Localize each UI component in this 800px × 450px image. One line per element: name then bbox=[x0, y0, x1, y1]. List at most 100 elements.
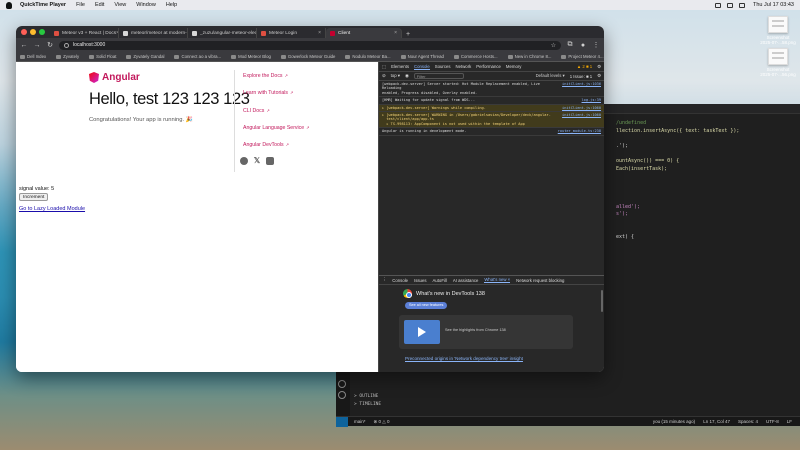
log-levels-dropdown[interactable]: Default levels ▾ bbox=[536, 73, 565, 79]
forward-icon[interactable]: → bbox=[33, 42, 41, 49]
console-message[interactable]: ▸ [webpack-dev-server] Warnings while co… bbox=[379, 104, 604, 113]
settings-gear-icon[interactable] bbox=[338, 391, 346, 399]
apple-icon[interactable] bbox=[6, 1, 12, 9]
desktop-file-screenshot-1[interactable]: Screenshot 2025-07-...58.png bbox=[758, 16, 798, 45]
drawer-scrollbar[interactable] bbox=[601, 290, 603, 312]
code-line[interactable] bbox=[616, 219, 796, 227]
link-cli-docs[interactable]: CLI Docs ↗ bbox=[243, 108, 310, 125]
video-thumbnail[interactable] bbox=[404, 320, 440, 344]
console-message[interactable]: Angular is running in development mode. r… bbox=[379, 128, 604, 136]
bookmark-item[interactable]: Zyvately Gandal bbox=[126, 54, 164, 59]
browser-tab[interactable]: Meteor v3 + React | Docs × bbox=[50, 28, 119, 38]
github-icon[interactable] bbox=[240, 157, 248, 165]
highlights-video-card[interactable]: See the highlights from Chrome 138 bbox=[399, 315, 573, 349]
console-source-link[interactable]: initClient.js:1060 bbox=[562, 113, 601, 126]
bookmark-item[interactable]: Nodulo Meteor Ba... bbox=[345, 54, 391, 59]
clear-console-icon[interactable]: ⊘ bbox=[382, 73, 386, 79]
wifi-icon[interactable] bbox=[727, 2, 734, 8]
console-settings-icon[interactable]: ⚙ bbox=[597, 73, 601, 79]
eye-icon[interactable]: ◉ bbox=[405, 73, 409, 79]
extensions-icon[interactable]: ⧉ bbox=[566, 41, 574, 49]
bookmark-item[interactable]: Dell Index bbox=[20, 54, 46, 59]
x-twitter-icon[interactable]: 𝕏 bbox=[253, 157, 261, 165]
browser-tab[interactable]: Client × bbox=[326, 28, 402, 38]
timeline-section[interactable]: > TIMELINE bbox=[354, 402, 381, 410]
remote-indicator[interactable] bbox=[336, 416, 348, 427]
see-all-features-button[interactable]: See all new features bbox=[405, 302, 448, 309]
bookmark-item[interactable]: Solid Float bbox=[89, 54, 116, 59]
chrome-menu-icon[interactable]: ⋮ bbox=[592, 41, 600, 49]
vscode-editor[interactable]: /undefined llection.insertAsync({ text: t… bbox=[616, 120, 796, 242]
code-line[interactable]: .'); bbox=[616, 143, 796, 151]
code-line[interactable]: /undefined bbox=[616, 120, 796, 128]
zoom-window-button[interactable] bbox=[39, 29, 45, 35]
menubar-app-name[interactable]: QuickTime Player bbox=[20, 2, 66, 8]
menubar-edit[interactable]: Edit bbox=[95, 2, 104, 8]
battery-icon[interactable] bbox=[715, 2, 722, 8]
devtools-tab-elements[interactable]: Elements bbox=[391, 64, 409, 69]
tab-close-icon[interactable]: × bbox=[318, 30, 321, 36]
code-line[interactable] bbox=[616, 226, 796, 234]
browser-tab[interactable]: _zuzu/angular-meteor-elec...× bbox=[188, 28, 257, 38]
devtools-tab-console[interactable]: Console bbox=[413, 64, 430, 70]
encoding[interactable]: UTF-8 bbox=[766, 419, 779, 424]
code-line[interactable]: Each(insertTask); bbox=[616, 166, 796, 174]
browser-tab[interactable]: meteor/meteor at modern-b...× bbox=[119, 28, 188, 38]
profile-icon[interactable]: ● bbox=[579, 42, 587, 49]
lazy-module-link[interactable]: Go to Lazy Loaded Module bbox=[19, 206, 85, 212]
code-line[interactable] bbox=[616, 173, 796, 181]
code-line[interactable]: ext) { bbox=[616, 234, 796, 242]
console-message[interactable]: [webpack-dev-server] Server started: Hot… bbox=[379, 81, 604, 98]
control-center-icon[interactable] bbox=[739, 2, 746, 8]
bookmark-item[interactable]: Nour Agent Thread bbox=[400, 54, 444, 59]
menubar-file[interactable]: File bbox=[76, 2, 85, 8]
inspect-element-icon[interactable]: ⬚ bbox=[382, 64, 386, 70]
bookmark-item[interactable]: New in Chrome 8... bbox=[507, 54, 551, 59]
code-line[interactable]: ountAsync()) === 0) { bbox=[616, 158, 796, 166]
bookmark-item[interactable]: Commerce Hosts... bbox=[453, 54, 498, 59]
cursor-position[interactable]: Ln 17, Col 47 bbox=[703, 419, 730, 424]
devtools-tab-sources[interactable]: Sources bbox=[435, 64, 451, 69]
increment-button[interactable]: Increment bbox=[19, 193, 49, 201]
bookmark-item[interactable]: Mod Meteor Blog bbox=[231, 54, 271, 59]
devtools-settings-icon[interactable]: ⚙ bbox=[597, 64, 601, 70]
problems-count[interactable]: ⊗ 0 △ 0 bbox=[374, 419, 390, 425]
console-filter-input[interactable]: Filter bbox=[413, 73, 464, 79]
devtools-tab-performance[interactable]: Performance bbox=[476, 64, 501, 69]
git-blame[interactable]: you (15 minutes ago) bbox=[653, 419, 695, 424]
drawer-tab[interactable]: What's new × bbox=[484, 277, 511, 283]
bookmark-item[interactable]: Project Meteor 4... bbox=[561, 54, 604, 59]
menubar-window[interactable]: Window bbox=[136, 2, 156, 8]
console-source-link[interactable]: initClient.js:1060 bbox=[562, 106, 601, 110]
outline-section[interactable]: > OUTLINE bbox=[354, 394, 381, 402]
console-message[interactable]: [HMR] Waiting for update signal from WDS… bbox=[379, 97, 604, 105]
address-bar[interactable]: localhost:3000 ☆ bbox=[59, 40, 561, 50]
drawer-tab[interactable]: Console bbox=[392, 278, 408, 283]
back-icon[interactable]: ← bbox=[20, 42, 28, 49]
desktop-file-screenshot-2[interactable]: Screenshot 2025-07-...56.png bbox=[758, 48, 798, 77]
bookmark-item[interactable]: Gowerlock Meteor Guide bbox=[280, 54, 335, 59]
account-icon[interactable] bbox=[338, 380, 346, 388]
git-branch[interactable]: main* bbox=[354, 419, 366, 424]
new-tab-button[interactable]: + bbox=[402, 31, 414, 38]
console-source-link[interactable]: initClient.js:1036 bbox=[562, 82, 601, 95]
news-item-link[interactable]: Preconnected origins in 'Network depende… bbox=[405, 356, 523, 361]
drawer-tab[interactable]: AI assistance bbox=[453, 278, 479, 283]
code-line[interactable] bbox=[616, 188, 796, 196]
console-source-link[interactable]: router_module.ts:238 bbox=[558, 129, 601, 133]
link-explore-docs[interactable]: Explore the Docs ↗ bbox=[243, 73, 310, 90]
code-line[interactable]: alled'); bbox=[616, 204, 796, 212]
close-window-button[interactable] bbox=[21, 29, 27, 35]
code-line[interactable]: llection.insertAsync({ text: taskText })… bbox=[616, 128, 796, 136]
bookmark-star-icon[interactable]: ☆ bbox=[551, 42, 556, 49]
line-ending[interactable]: LF bbox=[787, 419, 792, 424]
tab-close-icon[interactable]: × bbox=[394, 30, 397, 36]
youtube-icon[interactable] bbox=[266, 157, 274, 165]
minimize-window-button[interactable] bbox=[30, 29, 36, 35]
menubar-view[interactable]: View bbox=[114, 2, 126, 8]
drawer-tab[interactable]: Issues bbox=[414, 278, 426, 283]
code-line[interactable] bbox=[616, 150, 796, 158]
console-message[interactable]: ▸ [webpack-dev-server] WARNING in /Users… bbox=[379, 112, 604, 129]
drawer-tab[interactable]: Network request blocking bbox=[516, 278, 564, 283]
indentation[interactable]: Spaces: 4 bbox=[738, 419, 758, 424]
